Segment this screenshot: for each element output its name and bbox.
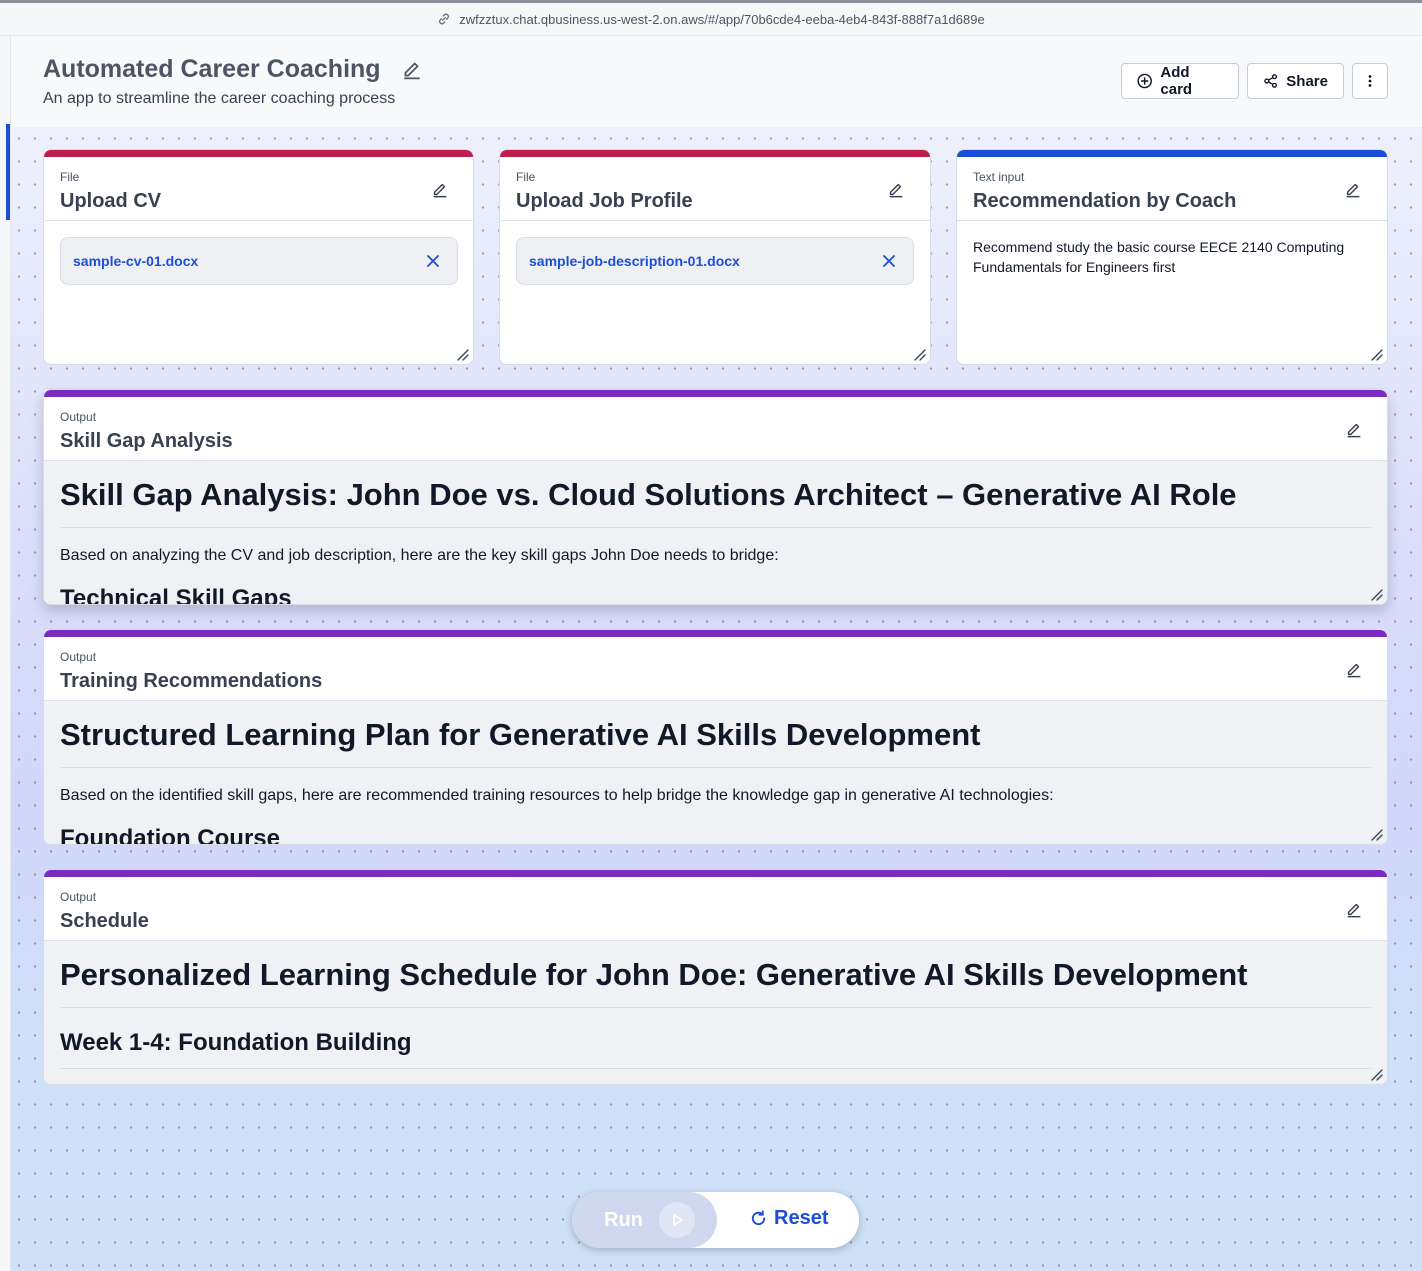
link-icon: [437, 12, 451, 26]
card-title: Skill Gap Analysis: [60, 430, 233, 452]
plus-circle-icon: [1137, 73, 1152, 89]
heading-rule: [60, 1007, 1371, 1008]
output-subheading: Foundation Course: [60, 825, 280, 844]
run-button[interactable]: Run: [572, 1192, 717, 1248]
uploaded-file-chip[interactable]: sample-job-description-01.docx: [516, 237, 914, 285]
remove-file-icon[interactable]: [880, 252, 898, 270]
output-heading: Skill Gap Analysis: John Doe vs. Cloud S…: [60, 477, 1237, 512]
app-header: Automated Career Coaching An app to stre…: [11, 36, 1422, 127]
card-title: Training Recommendations: [60, 670, 323, 692]
card-title: Recommendation by Coach: [973, 190, 1237, 212]
output-content: Skill Gap Analysis: John Doe vs. Cloud S…: [44, 461, 1387, 604]
resize-handle-icon[interactable]: [1371, 828, 1383, 841]
share-label: Share: [1286, 72, 1328, 90]
app-canvas: File Upload CV sample-cv-01.docx File Up…: [11, 127, 1422, 1271]
card-training-recommendations[interactable]: Output Training Recommendations Structur…: [43, 629, 1388, 845]
active-section-marker: [6, 124, 10, 220]
card-recommendation-by-coach[interactable]: Text input Recommendation by Coach Recom…: [956, 149, 1388, 365]
resize-handle-icon[interactable]: [1371, 348, 1383, 361]
output-subheading: Technical Skill Gaps: [60, 585, 292, 604]
output-paragraph: Based on the identified skill gaps, here…: [60, 787, 1054, 804]
card-title: Upload CV: [60, 190, 162, 212]
file-name[interactable]: sample-cv-01.docx: [73, 253, 198, 269]
reset-button[interactable]: Reset: [749, 1207, 828, 1230]
more-options-button[interactable]: [1352, 63, 1388, 99]
url-text: zwfzztux.chat.qbusiness.us-west-2.on.aws…: [459, 11, 985, 27]
card-accent-bar: [44, 630, 1387, 637]
edit-card-icon[interactable]: [1345, 900, 1363, 918]
edit-card-icon[interactable]: [1345, 420, 1363, 438]
add-card-button[interactable]: Add card: [1121, 63, 1239, 99]
card-schedule[interactable]: Output Schedule Personalized Learning Sc…: [43, 869, 1388, 1085]
card-type-label: File: [516, 170, 536, 184]
edit-card-icon[interactable]: [431, 180, 449, 198]
edit-title-icon[interactable]: [401, 58, 423, 80]
app-subtitle: An app to streamline the career coaching…: [43, 90, 396, 107]
card-type-label: Output: [60, 410, 97, 424]
heading-rule: [60, 767, 1371, 768]
output-subheading: Week 1-4: Foundation Building: [60, 1029, 412, 1056]
file-name[interactable]: sample-job-description-01.docx: [529, 253, 740, 269]
card-type-label: Output: [60, 890, 97, 904]
card-accent-bar: [44, 870, 1387, 877]
heading-rule: [60, 527, 1371, 528]
add-card-label: Add card: [1160, 64, 1193, 98]
resize-handle-icon[interactable]: [457, 348, 469, 361]
share-icon: [1264, 74, 1278, 88]
card-divider: [957, 220, 1387, 221]
output-heading: Personalized Learning Schedule for John …: [60, 957, 1248, 992]
output-content: Structured Learning Plan for Generative …: [44, 701, 1387, 844]
card-type-label: Text input: [973, 170, 1025, 184]
share-button[interactable]: Share: [1247, 63, 1344, 99]
app-title: Automated Career Coaching: [43, 55, 381, 83]
refresh-icon: [751, 1210, 766, 1226]
resize-handle-icon[interactable]: [914, 348, 926, 361]
card-accent-bar: [957, 150, 1387, 157]
card-type-label: Output: [60, 650, 97, 664]
card-accent-bar: [44, 150, 473, 157]
card-accent-bar: [500, 150, 930, 157]
run-controls: Run Reset: [572, 1192, 859, 1248]
more-vertical-icon: [1368, 75, 1372, 87]
subheading-rule: [60, 1068, 1371, 1069]
card-title: Upload Job Profile: [516, 190, 693, 212]
output-heading: Structured Learning Plan for Generative …: [60, 717, 981, 752]
remove-file-icon[interactable]: [424, 252, 442, 270]
edit-card-icon[interactable]: [1344, 180, 1362, 198]
card-type-label: File: [60, 170, 80, 184]
recommendation-text[interactable]: Recommend study the basic course EECE 21…: [973, 237, 1371, 277]
card-upload-job-profile[interactable]: File Upload Job Profile sample-job-descr…: [499, 149, 931, 365]
card-accent-bar: [44, 390, 1387, 397]
edit-card-icon[interactable]: [1345, 660, 1363, 678]
output-content: Personalized Learning Schedule for John …: [44, 941, 1387, 1084]
card-upload-cv[interactable]: File Upload CV sample-cv-01.docx: [43, 149, 474, 365]
reset-label: Reset: [774, 1207, 829, 1229]
left-rail: [0, 36, 11, 1271]
resize-handle-icon[interactable]: [1371, 588, 1383, 601]
card-divider: [500, 220, 930, 221]
resize-handle-icon[interactable]: [1371, 1068, 1383, 1081]
uploaded-file-chip[interactable]: sample-cv-01.docx: [60, 237, 458, 285]
edit-card-icon[interactable]: [887, 180, 905, 198]
address-bar[interactable]: zwfzztux.chat.qbusiness.us-west-2.on.aws…: [0, 3, 1422, 36]
card-divider: [44, 220, 473, 221]
play-icon: [658, 1202, 695, 1238]
run-label: Run: [604, 1208, 643, 1231]
output-paragraph: Based on analyzing the CV and job descri…: [60, 547, 779, 564]
card-title: Schedule: [60, 910, 149, 932]
card-skill-gap-analysis[interactable]: Output Skill Gap Analysis Skill Gap Anal…: [43, 389, 1388, 605]
